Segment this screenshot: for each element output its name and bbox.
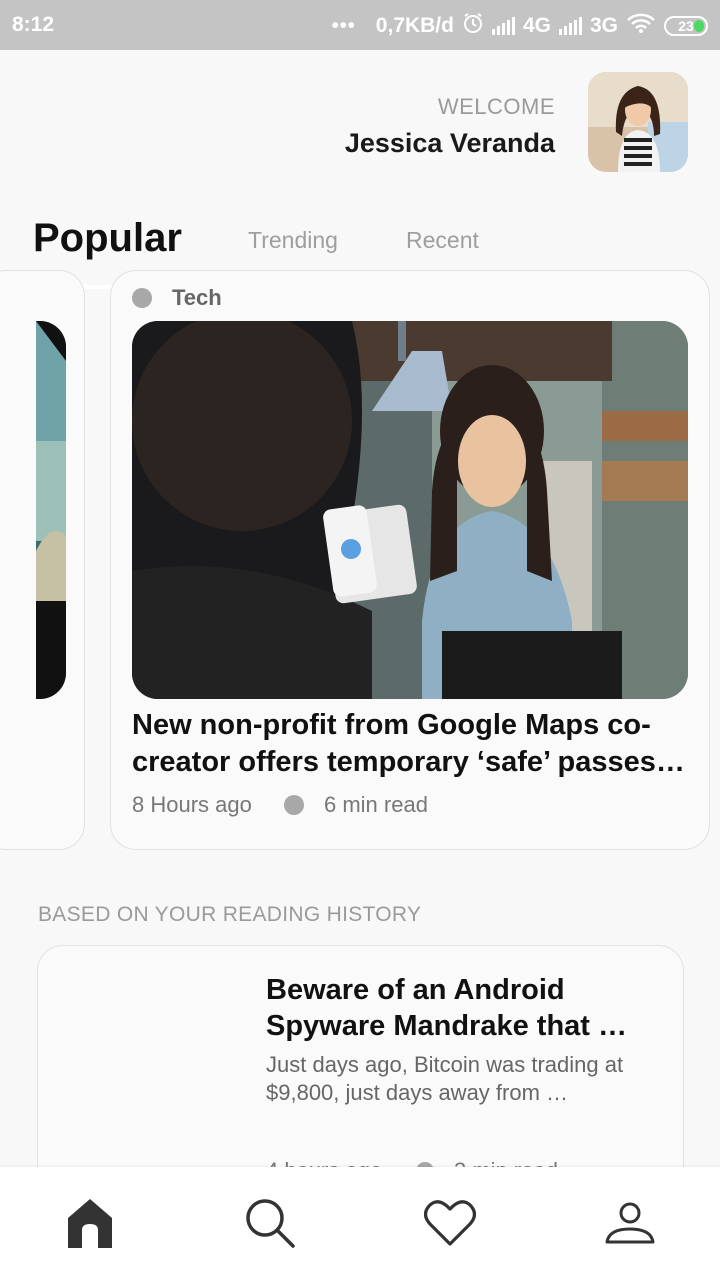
meta-separator-dot	[284, 795, 304, 815]
profile-icon[interactable]	[602, 1195, 658, 1251]
tab-trending[interactable]: Trending	[248, 227, 338, 254]
more-dots: •••	[331, 14, 356, 37]
featured-article-image[interactable]	[132, 321, 688, 699]
heart-icon[interactable]	[422, 1195, 478, 1251]
category-dot	[132, 288, 152, 308]
network-speed: 0,7KB/d	[375, 14, 454, 37]
article-image	[36, 321, 66, 699]
battery-icon: 23	[664, 16, 708, 36]
category-label: Tech	[172, 285, 222, 310]
status-bar: 8:12 ••• 0,7KB/d 4G 3G 23	[0, 0, 720, 50]
search-icon[interactable]	[242, 1195, 298, 1251]
status-time: 8:12	[12, 13, 55, 36]
network-3g: 3G	[589, 14, 618, 37]
featured-read-time: 6 min read	[324, 792, 428, 817]
tab-popular[interactable]: Popular	[33, 216, 182, 261]
alarm-icon	[462, 12, 484, 40]
network-4g: 4G	[522, 14, 551, 37]
history-article-description: Just days ago, Bitcoin was trading at $9…	[266, 1052, 624, 1105]
featured-time-ago: 8 Hours ago	[132, 792, 252, 817]
bottom-navigation	[0, 1167, 720, 1280]
battery-level: 23	[678, 18, 694, 34]
signal-icon	[491, 17, 515, 35]
status-indicators: ••• 0,7KB/d 4G 3G 23	[332, 12, 708, 40]
section-heading: BASED ON YOUR READING HISTORY	[38, 903, 422, 926]
featured-headline[interactable]: New non-profit from Google Maps co-creat…	[132, 707, 692, 781]
avatar[interactable]	[588, 72, 688, 172]
signal-icon	[558, 17, 582, 35]
history-article-title[interactable]: Beware of an Android Spyware Mandrake th…	[266, 972, 666, 1044]
article-card-previous[interactable]	[0, 270, 85, 850]
battery-fill	[694, 20, 704, 32]
home-icon[interactable]	[62, 1195, 118, 1251]
tab-recent[interactable]: Recent	[406, 227, 479, 254]
welcome-label: WELCOME	[437, 94, 555, 119]
user-name: Jessica Veranda	[344, 128, 555, 158]
wifi-icon	[626, 12, 656, 40]
